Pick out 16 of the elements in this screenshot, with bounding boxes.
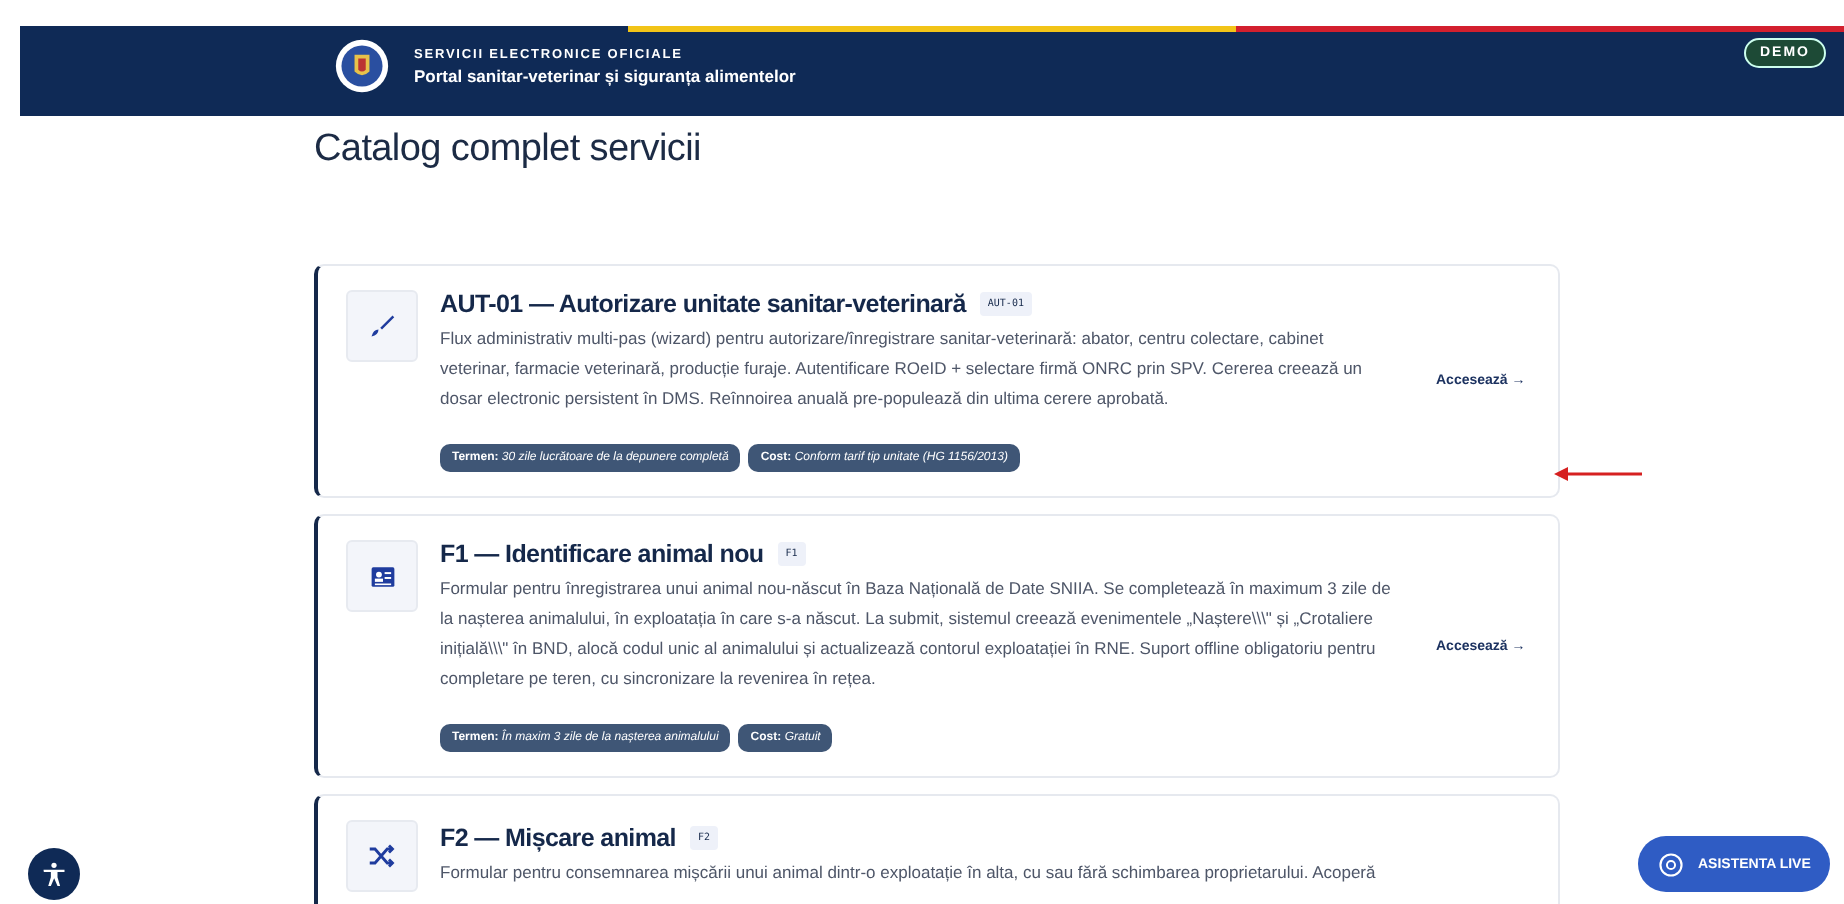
annotation-arrow — [1554, 466, 1642, 482]
shuffle-icon — [368, 842, 396, 870]
coat-of-arms-icon — [334, 38, 390, 94]
accessibility-icon — [40, 860, 68, 888]
accessibility-button[interactable] — [28, 848, 80, 900]
portal-title: Portal sanitar-veterinar și siguranța alimentelor — [414, 65, 796, 85]
service-title: AUT-01 — Autorizare unitate sanitar-veterinară — [440, 290, 966, 318]
service-description: Flux administrativ multi-pas (wizard) pentru autorizare/înregistrare sanitar-veterinară: abator, centru colectare, cabinet veterinar, farmacie veterinară, producție furaje. Autentificare ROeID + selectare firmă ONRC prin SPV. Cererea creează un dosar electronic persistent în DMS. Reînnoirea anuală pre-populează din ultima cerere aprobată. — [440, 326, 1365, 412]
page-title: Catalog complet servicii — [314, 128, 703, 172]
service-description: Formular pentru consemnarea mișcării unui animal dintr-o exploatație în alta, cu sau fără schimbarea proprietarului. Acoperă — [440, 860, 1378, 886]
id-card-icon — [369, 563, 395, 589]
service-title: F1 — Identificare animal nou — [440, 540, 764, 568]
service-description: Formular pentru înregistrarea unui animal nou-născut în Baza Națională de Date SNIIA. Se completează în maximum 3 zile de la nașterea animalului, în exploatația în care s-a născut. La submit, sistemul creează evenimentele „Naștere\\\" și „Crotaliere inițială\\\" în BND, alocă codul unic al animalului și actualizează contorul exploatației în RNE. Suport offline obligatoriu pentru completare pe teren, cu sincronizare la revenirea în rețea. — [440, 576, 1393, 692]
service-title: F2 — Mișcare animal — [440, 824, 676, 852]
chat-icon — [1658, 851, 1684, 877]
brush-icon — [368, 312, 396, 340]
